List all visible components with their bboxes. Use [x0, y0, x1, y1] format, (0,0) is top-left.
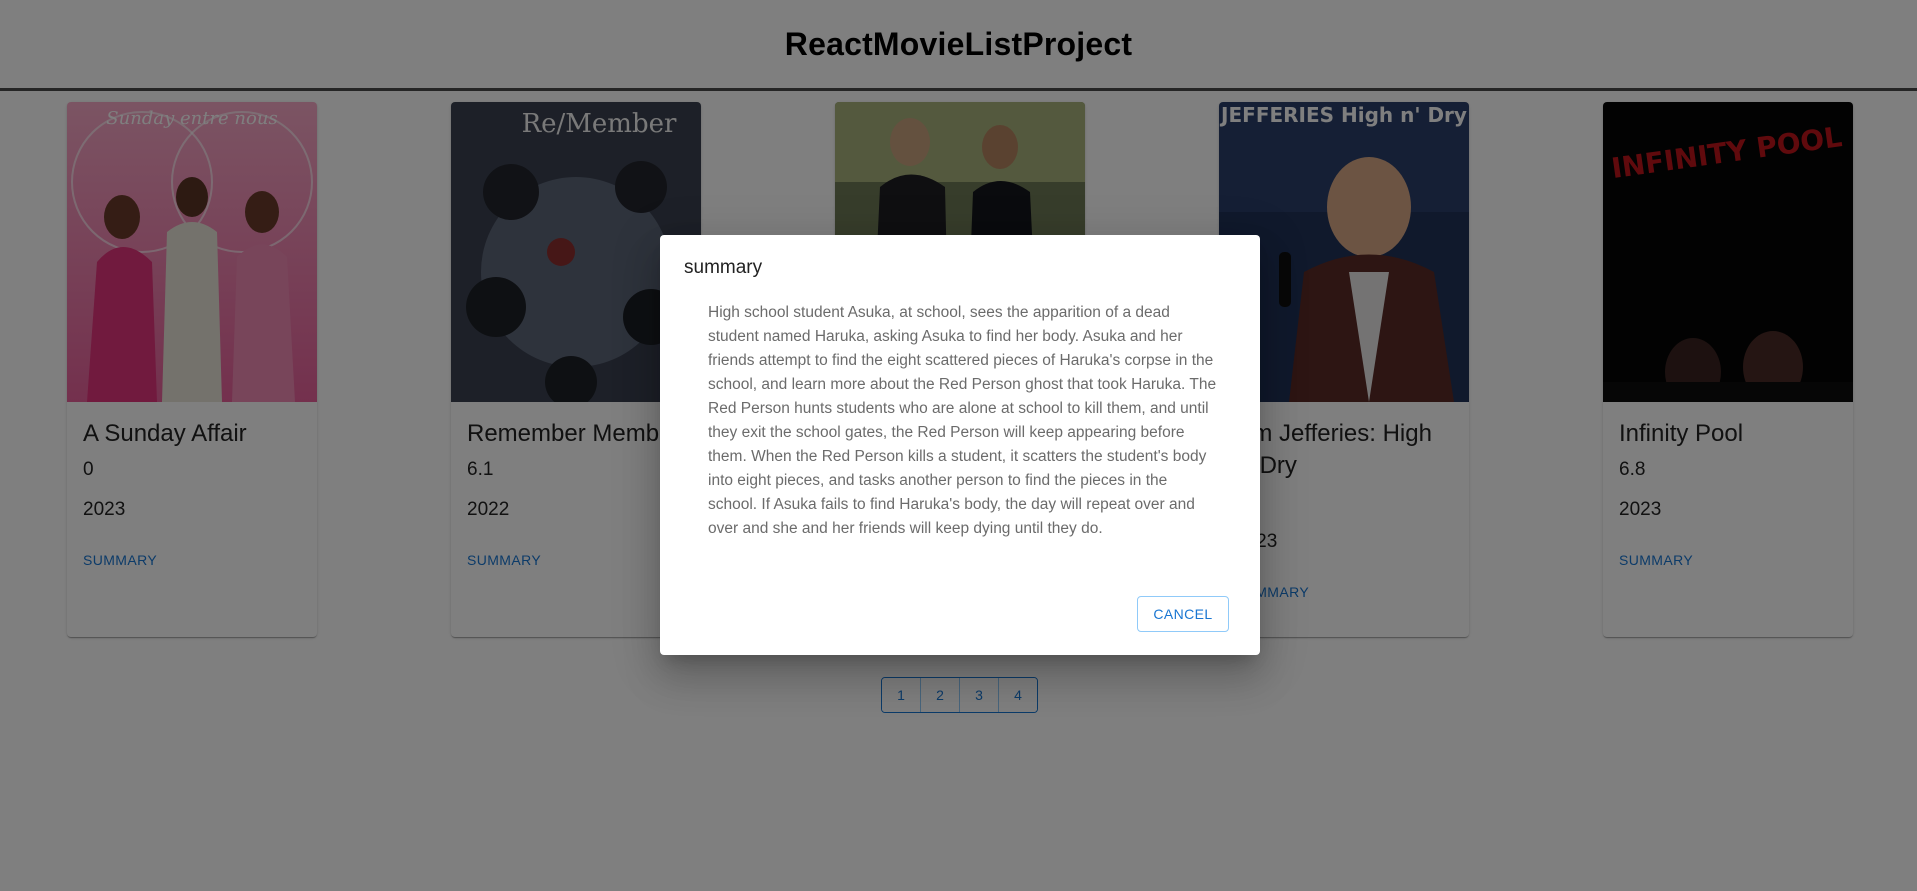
dialog-summary-text: High school student Asuka, at school, se…: [708, 304, 1217, 537]
cancel-button[interactable]: CANCEL: [1137, 596, 1229, 632]
dialog-title: summary: [684, 257, 763, 278]
summary-dialog: summary High school student Asuka, at sc…: [660, 235, 1260, 655]
